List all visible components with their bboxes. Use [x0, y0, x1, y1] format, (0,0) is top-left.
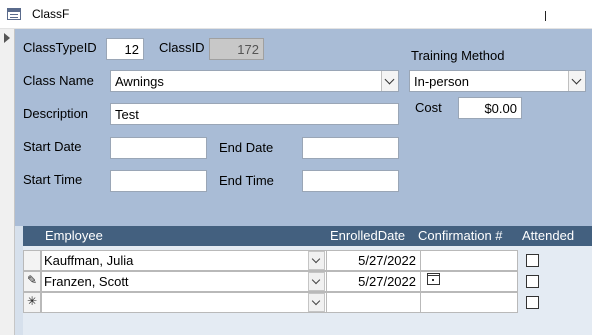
- table-row-new: ✳: [23, 292, 592, 313]
- enrolled-date-cell[interactable]: [326, 292, 421, 313]
- chevron-down-icon: [311, 296, 321, 306]
- column-header-attended[interactable]: Attended: [522, 228, 574, 243]
- class-name-dropdown-button[interactable]: [381, 71, 398, 91]
- end-date-field[interactable]: [302, 137, 399, 159]
- chevron-down-icon: [384, 74, 395, 85]
- class-type-id-label: ClassTypeID: [23, 40, 97, 55]
- start-date-field[interactable]: [110, 137, 207, 159]
- confirmation-cell[interactable]: [420, 271, 518, 292]
- column-header-employee[interactable]: Employee: [45, 228, 103, 243]
- asterisk-icon: ✳: [27, 294, 38, 308]
- form-icon: [7, 8, 21, 20]
- confirmation-cell[interactable]: [420, 250, 518, 271]
- attended-checkbox[interactable]: [526, 296, 539, 309]
- employee-cell[interactable]: Kauffman, Julia: [41, 250, 327, 271]
- pencil-icon: ✎: [27, 273, 38, 287]
- description-field[interactable]: Test: [110, 103, 399, 125]
- table-row: ✎ Franzen, Scott 5/27/2022: [23, 271, 592, 292]
- window-title: ClassF: [32, 7, 70, 21]
- class-type-id-field[interactable]: 12: [106, 38, 144, 60]
- end-time-field[interactable]: [302, 170, 399, 192]
- attended-checkbox[interactable]: [526, 254, 539, 267]
- enrollment-subform: Employee EnrolledDate Confirmation # Att…: [15, 226, 592, 335]
- enrolled-date-cell[interactable]: 5/27/2022: [326, 250, 421, 271]
- description-label: Description: [23, 106, 89, 121]
- column-header-confirmation[interactable]: Confirmation #: [418, 228, 503, 243]
- record-selector[interactable]: [0, 29, 15, 335]
- chevron-down-icon: [571, 74, 582, 85]
- employee-dropdown-button[interactable]: [308, 293, 325, 312]
- class-name-value: Awnings: [115, 74, 164, 89]
- column-header-enrolled-date[interactable]: EnrolledDate: [330, 228, 405, 243]
- employee-dropdown-button[interactable]: [308, 251, 325, 270]
- start-date-label: Start Date: [23, 139, 82, 154]
- training-method-combo[interactable]: In-person: [409, 70, 586, 92]
- start-time-label: Start Time: [23, 172, 83, 187]
- row-selector-editing[interactable]: ✎: [23, 271, 41, 292]
- cost-label: Cost: [415, 100, 442, 115]
- class-id-field: 172: [209, 38, 264, 60]
- enrolled-date-cell[interactable]: 5/27/2022: [326, 271, 421, 292]
- confirmation-cell[interactable]: [420, 292, 518, 313]
- training-method-dropdown-button[interactable]: [568, 71, 585, 91]
- attended-checkbox[interactable]: [526, 275, 539, 288]
- end-date-label: End Date: [219, 140, 274, 155]
- current-record-arrow-icon: [4, 33, 10, 43]
- cost-field[interactable]: $0.00: [458, 97, 522, 119]
- training-method-label: Training Method: [411, 48, 505, 63]
- title-bar: ClassF: [0, 0, 592, 29]
- form-detail-section: ClassTypeID 12 ClassID 172 Training Meth…: [15, 29, 592, 226]
- new-record-selector[interactable]: ✳: [23, 292, 41, 313]
- date-picker-icon[interactable]: [427, 273, 440, 285]
- end-time-label: End Time: [219, 173, 274, 188]
- class-name-combo[interactable]: Awnings: [110, 70, 399, 92]
- chevron-down-icon: [311, 275, 321, 285]
- start-time-field[interactable]: [110, 170, 207, 192]
- employee-dropdown-button[interactable]: [308, 272, 325, 291]
- employee-cell[interactable]: [41, 292, 327, 313]
- training-method-value: In-person: [414, 74, 469, 89]
- row-selector[interactable]: [23, 250, 41, 271]
- class-name-label: Class Name: [23, 73, 94, 88]
- minimize-button[interactable]: [543, 6, 557, 21]
- table-row: Kauffman, Julia 5/27/2022: [23, 250, 592, 271]
- employee-cell[interactable]: Franzen, Scott: [41, 271, 327, 292]
- class-id-label: ClassID: [159, 40, 205, 55]
- chevron-down-icon: [311, 254, 321, 264]
- subform-header-row: Employee EnrolledDate Confirmation # Att…: [23, 226, 592, 246]
